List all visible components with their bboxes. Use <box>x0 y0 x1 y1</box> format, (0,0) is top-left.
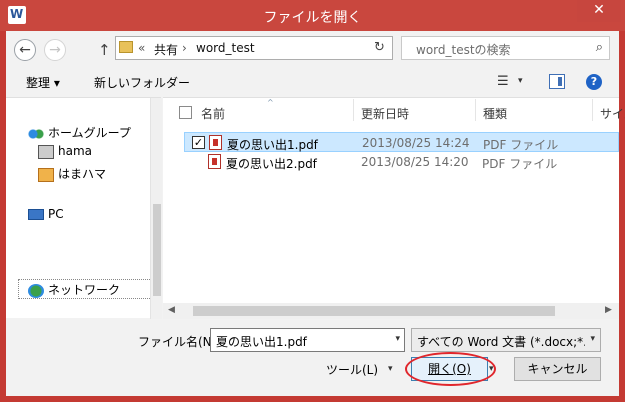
file-row[interactable]: ✓ 夏の思い出1.pdf 2013/08/25 14:24 PDF ファイル <box>184 132 619 152</box>
filename-value: 夏の思い出1.pdf <box>216 335 307 349</box>
nav-item-label: ホームグループ <box>48 126 131 140</box>
file-date: 2013/08/25 14:24 <box>362 136 470 150</box>
refresh-icon[interactable]: ↻ <box>374 40 385 55</box>
scroll-right-icon[interactable]: ▶ <box>605 305 612 315</box>
nav-item-hamahama[interactable]: はまハマ <box>38 165 106 183</box>
cancel-button[interactable]: キャンセル <box>514 357 601 381</box>
sort-indicator-icon: ^ <box>267 98 274 107</box>
forward-button[interactable]: → <box>44 39 66 61</box>
column-divider[interactable] <box>475 99 476 121</box>
new-folder-button[interactable]: 新しいフォルダー <box>94 74 190 91</box>
search-input[interactable]: word_testの検索 ⌕ <box>401 36 610 60</box>
dialog-body: ← → ↑ « 共有 › word_test ↻ word_testの検索 ⌕ … <box>6 31 625 396</box>
search-placeholder: word_testの検索 <box>416 43 511 57</box>
breadcrumb-chevron-icon[interactable]: › <box>182 41 187 55</box>
column-divider[interactable] <box>592 99 593 121</box>
pdf-file-icon <box>208 154 221 169</box>
user-icon <box>38 144 54 159</box>
filename-field[interactable]: 夏の思い出1.pdf ▾ <box>210 328 405 352</box>
up-folder-button[interactable]: ↑ <box>98 41 112 59</box>
file-type: PDF ファイル <box>482 157 558 171</box>
column-header-date[interactable]: 更新日時 <box>361 105 409 122</box>
nav-scrollbar[interactable] <box>150 98 162 319</box>
breadcrumb-word-test[interactable]: word_test <box>196 41 255 55</box>
nav-scrollbar-thumb[interactable] <box>153 204 161 296</box>
nav-item-label: ネットワーク <box>48 283 121 297</box>
tools-menu[interactable]: ツール(L) <box>326 361 378 378</box>
filename-dropdown-icon[interactable]: ▾ <box>395 334 400 344</box>
row-checkbox[interactable]: ✓ <box>192 136 205 149</box>
nav-item-label: はまハマ <box>58 167 107 181</box>
file-name: 夏の思い出1.pdf <box>227 138 318 152</box>
address-bar[interactable]: « 共有 › word_test ↻ <box>115 36 393 60</box>
organize-menu[interactable]: 整理 ▾ <box>26 74 60 91</box>
horizontal-scrollbar-thumb[interactable] <box>193 306 555 316</box>
pdf-file-icon <box>209 135 222 150</box>
file-list: ^ 名前 更新日時 種類 サイズ ✓ 夏の思い出1.pdf 2013/08/25… <box>163 97 625 319</box>
nav-item-pc[interactable]: PC <box>28 207 64 225</box>
nav-item-hama[interactable]: hama <box>38 144 92 162</box>
open-file-dialog: ファイルを開く ✕ ← → ↑ « 共有 › word_test ↻ word_… <box>0 0 625 402</box>
preview-pane-icon[interactable] <box>549 74 565 89</box>
breadcrumb-shared[interactable]: 共有 <box>154 41 178 58</box>
column-header-size[interactable]: サイズ <box>600 105 625 122</box>
command-bar: 整理 ▾ 新しいフォルダー ☰ ▾ ? <box>6 69 619 97</box>
highlight-annotation <box>405 352 496 386</box>
nav-item-label: PC <box>48 207 64 221</box>
filter-dropdown-icon[interactable]: ▾ <box>590 334 595 344</box>
column-divider[interactable] <box>353 99 354 121</box>
file-date: 2013/08/25 14:20 <box>361 155 469 169</box>
help-icon[interactable]: ? <box>586 74 602 90</box>
title-bar[interactable]: ファイルを開く ✕ <box>0 0 625 31</box>
scroll-left-icon[interactable]: ◀ <box>168 305 175 315</box>
tools-chevron-icon[interactable]: ▾ <box>388 364 393 374</box>
nav-item-homegroup[interactable]: ホームグループ <box>28 124 131 142</box>
dialog-title: ファイルを開く <box>263 10 362 26</box>
horizontal-scrollbar[interactable]: ◀ ▶ <box>163 303 619 319</box>
file-name: 夏の思い出2.pdf <box>226 157 317 171</box>
user-icon <box>38 167 54 182</box>
breadcrumb-overflow[interactable]: « <box>138 41 145 55</box>
computer-icon <box>28 209 44 220</box>
view-options-chevron-icon[interactable]: ▾ <box>518 76 523 86</box>
view-options-icon[interactable]: ☰ <box>497 74 515 90</box>
column-header-type[interactable]: 種類 <box>483 105 507 122</box>
nav-item-network[interactable]: ネットワーク <box>28 281 120 299</box>
nav-item-label: hama <box>58 144 93 158</box>
file-type-filter-value: すべての Word 文書 (*.docx;*. <box>417 335 585 349</box>
search-icon[interactable]: ⌕ <box>596 40 603 55</box>
folder-icon <box>119 41 133 53</box>
close-button[interactable]: ✕ <box>577 0 621 22</box>
select-all-checkbox[interactable] <box>179 106 192 119</box>
column-header-name[interactable]: 名前 <box>201 105 225 122</box>
file-type: PDF ファイル <box>483 138 559 152</box>
back-button[interactable]: ← <box>14 39 36 61</box>
filename-label: ファイル名(N): <box>138 335 221 349</box>
homegroup-icon <box>28 126 44 141</box>
navigation-pane: ホームグループ hama はまハマ PC ネットワーク <box>6 97 162 319</box>
network-icon <box>28 283 44 298</box>
file-type-filter[interactable]: すべての Word 文書 (*.docx;*. ▾ <box>411 328 601 352</box>
file-row[interactable]: 夏の思い出2.pdf 2013/08/25 14:20 PDF ファイル <box>184 152 619 172</box>
